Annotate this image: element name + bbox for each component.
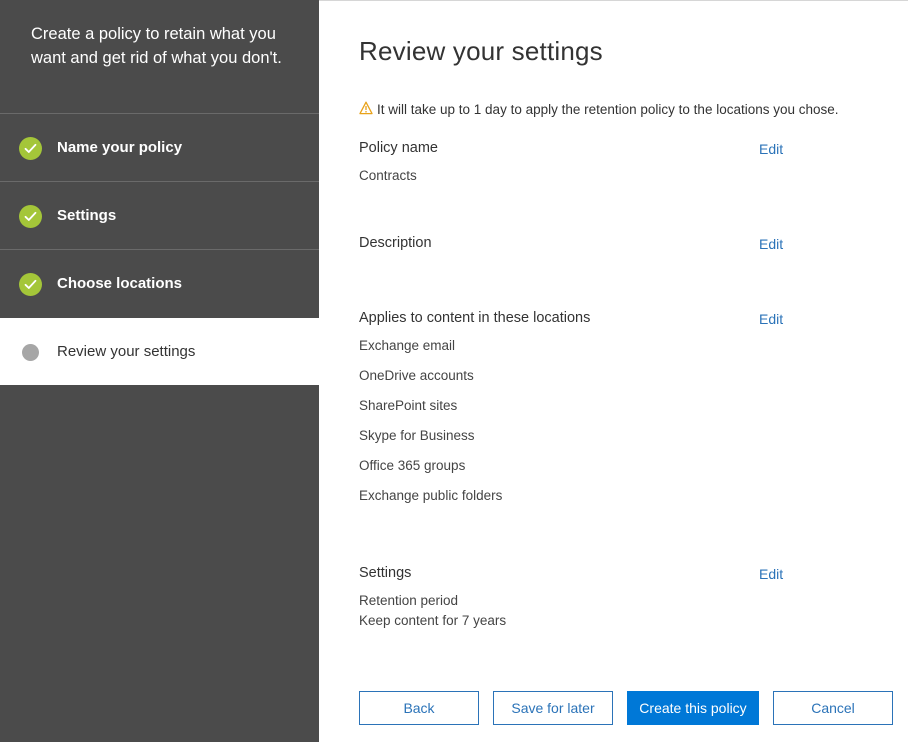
location-item: Office 365 groups [359, 458, 466, 473]
step-review-your-settings[interactable]: Review your settings [0, 318, 319, 385]
step-choose-locations[interactable]: Choose locations [0, 250, 319, 318]
save-for-later-button[interactable]: Save for later [493, 691, 613, 725]
page-title: Review your settings [359, 36, 603, 66]
location-item: OneDrive accounts [359, 368, 474, 383]
wizard-sidebar: Create a policy to retain what you want … [0, 0, 319, 742]
create-policy-button[interactable]: Create this policy [627, 691, 759, 725]
step-label: Choose locations [57, 275, 183, 292]
checkmark-circle-icon [19, 273, 42, 296]
cancel-button[interactable]: Cancel [773, 691, 893, 725]
step-label: Name your policy [57, 139, 183, 156]
step-label: Review your settings [57, 343, 196, 360]
step-name-your-policy[interactable]: Name your policy [0, 114, 319, 182]
back-button[interactable]: Back [359, 691, 479, 725]
review-panel: Review your settings It will take up to … [319, 0, 908, 742]
current-step-dot-icon [22, 344, 39, 361]
settings-title: Settings [359, 565, 412, 581]
warning-triangle-icon [359, 101, 373, 114]
location-item: Exchange email [359, 338, 456, 353]
retention-period-label: Retention period [359, 593, 459, 608]
description-title: Description [359, 235, 432, 251]
sidebar-heading: Create a policy to retain what you want … [31, 25, 282, 67]
step-label: Settings [57, 207, 117, 224]
location-item: SharePoint sites [359, 398, 458, 413]
checkmark-circle-icon [19, 205, 42, 228]
edit-settings-link[interactable]: Edit [759, 566, 783, 582]
policy-name-value: Contracts [359, 168, 417, 183]
warning-message: It will take up to 1 day to apply the re… [359, 101, 839, 117]
retention-period-value: Keep content for 7 years [359, 613, 507, 628]
policy-name-title: Policy name [359, 140, 438, 156]
edit-description-link[interactable]: Edit [759, 236, 783, 252]
edit-locations-link[interactable]: Edit [759, 311, 783, 327]
step-settings[interactable]: Settings [0, 182, 319, 250]
edit-policy-name-link[interactable]: Edit [759, 141, 783, 157]
location-item: Exchange public folders [359, 488, 503, 503]
checkmark-circle-icon [19, 137, 42, 160]
warning-text: It will take up to 1 day to apply the re… [377, 102, 839, 117]
location-item: Skype for Business [359, 428, 475, 443]
locations-title: Applies to content in these locations [359, 310, 591, 326]
